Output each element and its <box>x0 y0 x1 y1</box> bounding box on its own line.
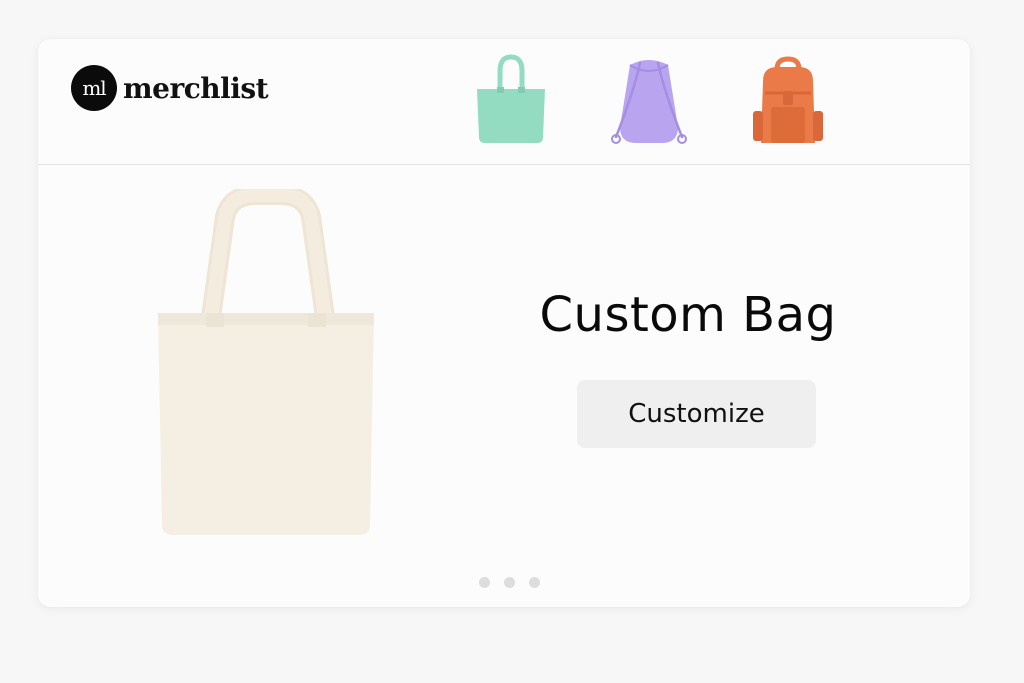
brand-logo[interactable]: ml merchlist <box>71 65 269 111</box>
thumbnail-backpack[interactable] <box>743 51 833 151</box>
carousel-dot[interactable] <box>529 577 540 588</box>
backpack-icon <box>753 56 823 143</box>
customize-button[interactable]: Customize <box>577 380 816 448</box>
tote-bag-image <box>158 185 374 535</box>
carousel-dot[interactable] <box>504 577 515 588</box>
logo-mark: ml <box>71 65 117 111</box>
drawstring-bag-icon <box>611 60 687 144</box>
hero-product-image <box>148 185 388 544</box>
thumbnail-drawstring-bag[interactable] <box>604 51 694 151</box>
header: ml merchlist <box>38 39 970 165</box>
thumbnail-tote-bag[interactable] <box>466 51 556 151</box>
carousel-dot[interactable] <box>479 577 490 588</box>
tote-bag-icon <box>477 54 545 143</box>
brand-name: merchlist <box>123 71 269 105</box>
product-card: ml merchlist Custom Bag Customize <box>38 39 970 607</box>
carousel-pagination <box>479 577 540 588</box>
product-title: Custom Bag <box>539 287 837 343</box>
